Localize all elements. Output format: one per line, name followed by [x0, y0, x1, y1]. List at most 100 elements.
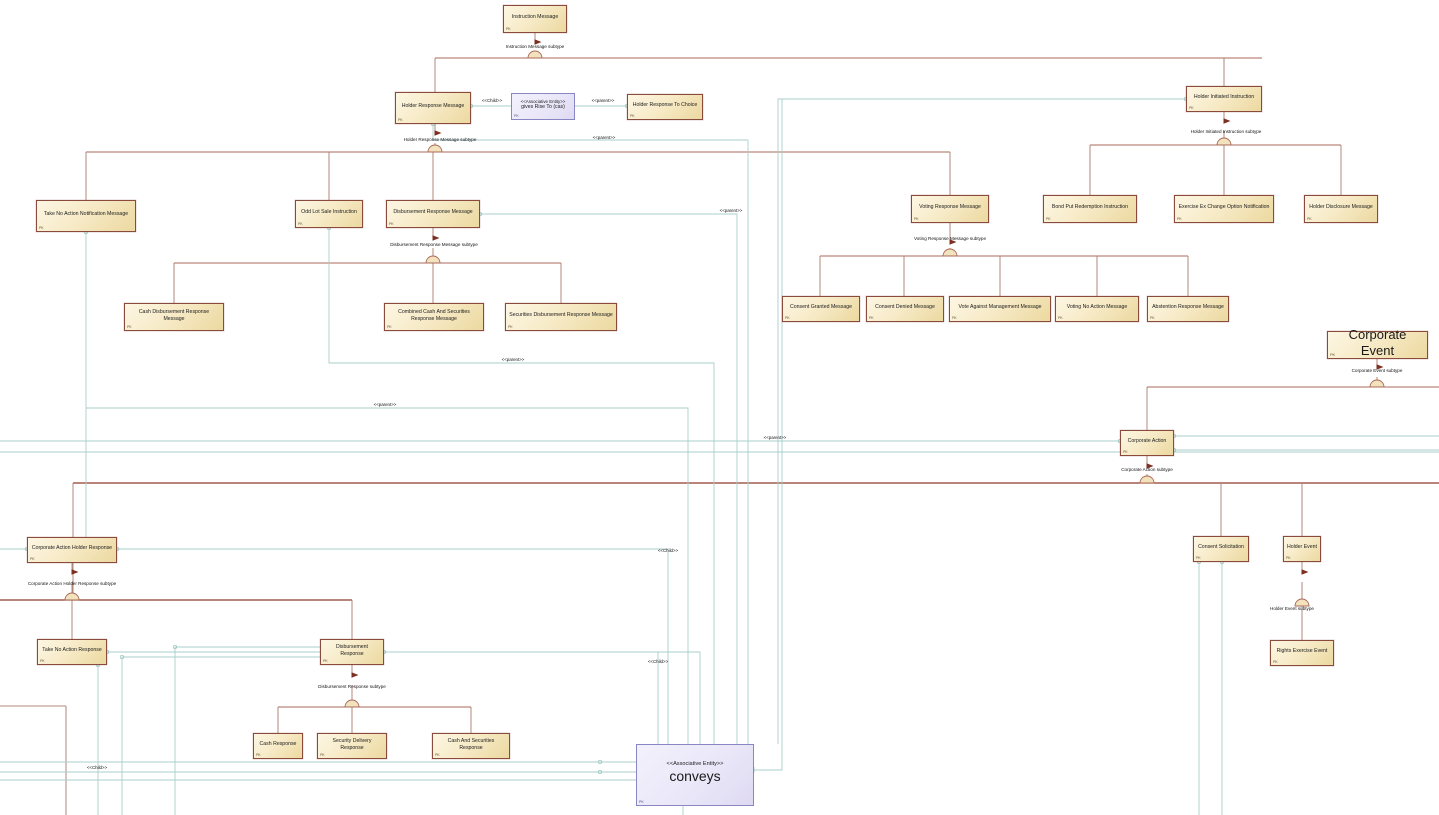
primary-key-marker: PK: [298, 221, 303, 226]
entity-label: Voting Response Message: [919, 204, 981, 211]
primary-key-marker: PK: [508, 324, 513, 329]
associative-entity-gives-rise-to-cas[interactable]: <<Associative Entity>> gives Rise To (cas…: [511, 93, 575, 120]
entity-corporate-event[interactable]: Corporate Event PK: [1327, 327, 1428, 359]
entity-voting-response-message[interactable]: Voting Response Message PK: [911, 195, 989, 223]
entity-label: Abstention Response Message: [1152, 304, 1224, 311]
primary-key-marker: PK: [398, 117, 403, 122]
entity-combined-cash-and-securities-response-message[interactable]: Combined Cash And Securities Response Me…: [384, 303, 484, 331]
primary-key-marker: PK: [389, 221, 394, 226]
entity-label: Consent Granted Message: [790, 304, 852, 311]
subtype-label-corporate-action-holder-response-subtype: Corporate Action Holder Response subtype: [27, 581, 117, 586]
primary-key-marker: PK: [514, 114, 519, 118]
entity-disbursement-response[interactable]: Disbursement Response PK: [320, 639, 384, 665]
entity-bond-put-redemption-instruction[interactable]: Bond Put Redemption Instruction PK: [1043, 195, 1137, 223]
relationship-label-parent-4: <<parent>>: [501, 357, 525, 362]
entity-label: Holder Response Message: [401, 103, 465, 110]
entity-cash-and-securities-response[interactable]: Cash And Securities Response PK: [432, 733, 510, 759]
entity-corporate-action-holder-response[interactable]: Corporate Action Holder Response PK: [27, 537, 117, 563]
primary-key-marker: PK: [1307, 216, 1312, 221]
entity-corporate-action[interactable]: Corporate Action PK: [1120, 430, 1174, 456]
entity-cash-disbursement-response-message[interactable]: Cash Disbursement Response Message PK: [124, 303, 224, 331]
relationship-label-parent-2: <<parent>>: [592, 135, 616, 140]
entity-take-no-action-notification-message[interactable]: Take No Action Notification Message PK: [36, 200, 136, 232]
entity-exercise-ex-change-option-notification[interactable]: Exercise Ex Change Option Notification PK: [1174, 195, 1274, 223]
primary-key-marker: PK: [1123, 449, 1128, 454]
primary-key-marker: PK: [630, 113, 635, 118]
entity-label: Cash Response: [259, 741, 297, 748]
associative-entity-conveys[interactable]: <<Associative Entity>> conveys PK: [636, 744, 754, 806]
entity-label: Bond Put Redemption Instruction: [1051, 204, 1129, 211]
entity-label: Instruction Message: [511, 14, 559, 21]
diagram-canvas: Instruction Message PK Holder Response Mes…: [0, 0, 1439, 815]
entity-label: Corporate Action Holder Response: [31, 545, 113, 552]
subtype-label-holder-event-subtype: Holder Event subtype: [1270, 606, 1314, 611]
entity-rights-exercise-event[interactable]: Rights Exercise Event PK: [1270, 640, 1334, 666]
entity-abstention-response-message[interactable]: Abstention Response Message PK: [1147, 296, 1229, 322]
primary-key-marker: PK: [256, 752, 261, 757]
entity-label: Securities Disbursement Response Message: [509, 312, 613, 319]
entity-label: Corporate Action: [1127, 438, 1167, 445]
entity-label: Holder Disclosure Message: [1309, 204, 1373, 211]
primary-key-marker: PK: [914, 216, 919, 221]
subtype-label-corporate-event-subtype: Corporate Event subtype: [1351, 368, 1403, 373]
primary-key-marker: PK: [387, 324, 392, 329]
primary-key-marker: PK: [1273, 659, 1278, 664]
associative-entity-label: gives Rise To (cas): [521, 104, 565, 111]
primary-key-marker: PK: [506, 26, 511, 31]
entity-disbursement-response-message[interactable]: Disbursement Response Message PK: [386, 200, 480, 228]
entity-label: Exercise Ex Change Option Notification: [1178, 204, 1270, 211]
entity-label: Cash Disbursement Response Message: [138, 309, 210, 322]
entity-securities-disbursement-response-message[interactable]: Securities Disbursement Response Message…: [505, 303, 617, 331]
entity-label: Odd Lot Sale Instruction: [301, 209, 357, 216]
entity-vote-against-management-message[interactable]: Vote Against Management Message PK: [949, 296, 1051, 322]
entity-voting-no-action-message[interactable]: Voting No Action Message PK: [1055, 296, 1139, 322]
entity-security-delivery-response[interactable]: Security Delivery Response PK: [317, 733, 387, 759]
entity-label: Disbursement Response Message: [393, 209, 473, 216]
primary-key-marker: PK: [30, 556, 35, 561]
subtype-label-voting-response-message-subtype: Voting Response Message subtype: [913, 236, 987, 241]
entity-odd-lot-sale-instruction[interactable]: Odd Lot Sale Instruction PK: [295, 200, 363, 228]
entity-label: Combined Cash And Securities Response Me…: [398, 309, 470, 322]
relationship-label-child-4: <<Child>>: [86, 765, 108, 770]
subtype-label-disbursement-response-subtype: Disbursement Response subtype: [318, 684, 386, 689]
primary-key-marker: PK: [785, 315, 790, 320]
entity-label: Consent Denied Message: [875, 304, 935, 311]
entity-holder-disclosure-message[interactable]: Holder Disclosure Message PK: [1304, 195, 1378, 223]
primary-key-marker: PK: [1196, 555, 1201, 560]
entity-label: Disbursement Response: [335, 644, 368, 657]
entity-consent-solicitation[interactable]: Consent Solicitation PK: [1193, 536, 1249, 562]
entity-label: Holder Response To Choice: [632, 102, 698, 109]
primary-key-marker: PK: [1177, 216, 1182, 221]
entity-label: Holder Initiated Instruction: [1193, 94, 1255, 101]
entity-holder-event[interactable]: Holder Event PK: [1283, 536, 1321, 562]
associative-entity-label: conveys: [669, 768, 721, 785]
entity-instruction-message[interactable]: Instruction Message PK: [503, 5, 567, 33]
relationship-label-child-3: <<Child>>: [647, 659, 669, 664]
subtype-label-instruction-message-subtype: Instruction Message subtype: [505, 44, 565, 49]
primary-key-marker: PK: [1046, 216, 1051, 221]
primary-key-marker: PK: [1150, 315, 1155, 320]
entity-consent-denied-message[interactable]: Consent Denied Message PK: [866, 296, 944, 322]
primary-key-marker: PK: [323, 658, 328, 663]
entity-cash-response[interactable]: Cash Response PK: [253, 733, 303, 759]
entity-label: Rights Exercise Event: [1276, 648, 1328, 655]
entity-consent-granted-message[interactable]: Consent Granted Message PK: [782, 296, 860, 322]
relationship-label-parent-6: <<parent>>: [763, 435, 787, 440]
relationship-label-parent-1: <<parent>>: [591, 98, 615, 103]
entity-label: Holder Event: [1287, 544, 1317, 551]
subtype-label-disbursement-response-message-subtype: Disbursement Response Message subtype: [390, 242, 478, 247]
primary-key-marker: PK: [1330, 352, 1335, 357]
primary-key-marker: PK: [320, 752, 325, 757]
primary-key-marker: PK: [1189, 105, 1194, 110]
connector-layer: [0, 33, 1439, 815]
entity-holder-initiated-instruction[interactable]: Holder Initiated Instruction PK: [1186, 86, 1262, 112]
entity-label: Take No Action Notification Message: [43, 211, 129, 218]
entity-holder-response-to-choice[interactable]: Holder Response To Choice PK: [627, 94, 703, 120]
primary-key-marker: PK: [435, 752, 440, 757]
stereotype-label: <<Associative Entity>>: [666, 761, 724, 768]
entity-holder-response-message[interactable]: Holder Response Message PK: [395, 92, 471, 124]
entity-take-no-action-response[interactable]: Take No Action Response PK: [37, 639, 107, 665]
subtype-label-holder-response-message-subtype: Holder Response Message subtype: [403, 137, 477, 142]
primary-key-marker: PK: [1058, 315, 1063, 320]
inheritance-connectors: [0, 33, 1439, 815]
